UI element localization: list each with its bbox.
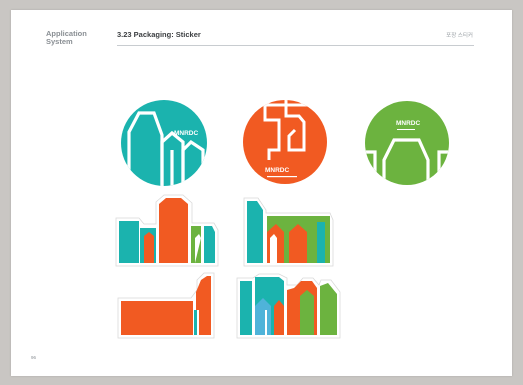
sticker-circle-teal: MNRDC [121, 100, 207, 186]
sticker-block-orange [117, 272, 215, 339]
sticker-skyline-green-orange [243, 197, 334, 267]
sticker-artwork: MNRDC MNRDC MNRDC [115, 98, 449, 339]
sticker-skyline-multicolor [236, 273, 341, 339]
brand-text-2: MNRDC [265, 167, 289, 174]
sticker-circle-orange: MNRDC [241, 98, 329, 186]
brand-text-1: MNRDC [174, 130, 198, 137]
brand-text-3: MNRDC [396, 120, 420, 127]
sticker-circle-green: MNRDC [365, 101, 449, 185]
document-page: Application System 3.23 Packaging: Stick… [11, 10, 512, 376]
sticker-skyline-teal-orange [115, 194, 219, 267]
